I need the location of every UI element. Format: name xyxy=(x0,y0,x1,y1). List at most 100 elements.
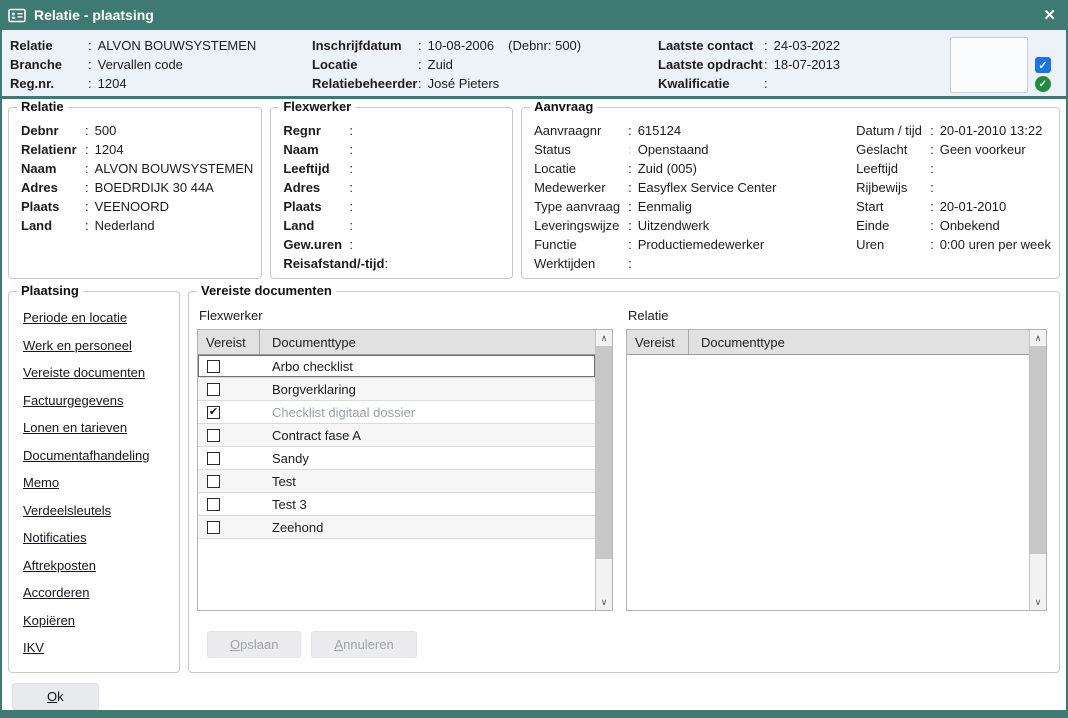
checkbox-checked[interactable]: ✔ xyxy=(207,406,220,419)
flexwerker-doc-table: Vereist Documenttype Arbo checklist xyxy=(197,329,613,611)
colon: : xyxy=(930,237,934,252)
colon: : xyxy=(349,218,353,233)
nav-link-documentafhandeling[interactable]: Documentafhandeling xyxy=(23,448,179,463)
checkbox[interactable] xyxy=(207,383,220,396)
nav-link-verdeelsleutels[interactable]: Verdeelsleutels xyxy=(23,503,179,518)
field-label: Status xyxy=(534,140,628,159)
opslaan-button[interactable]: Opslaan xyxy=(207,631,301,658)
field-label: Plaats xyxy=(21,197,85,216)
header-label: Relatie xyxy=(10,36,88,55)
vereist-cell xyxy=(198,429,260,442)
field-label: Adres xyxy=(283,178,349,197)
colon: : xyxy=(764,38,768,53)
vereiste-documenten-groupbox: Vereiste documenten Flexwerker Vereist D… xyxy=(188,291,1060,673)
table-header: Vereist Documenttype xyxy=(627,330,1029,355)
colon: : xyxy=(349,161,353,176)
green-check-icon: ✓ xyxy=(1035,76,1051,92)
nav-link-memo[interactable]: Memo xyxy=(23,475,179,490)
scrollbar-track[interactable] xyxy=(596,346,612,594)
table-row[interactable]: Arbo checklist xyxy=(198,355,595,378)
field-label: Locatie xyxy=(534,159,628,178)
colon: : xyxy=(628,199,632,214)
colon: : xyxy=(85,218,89,233)
table-row[interactable]: Zeehond xyxy=(198,516,595,539)
colon: : xyxy=(418,76,422,91)
colon: : xyxy=(88,38,92,53)
nav-link-accorderen[interactable]: Accorderen xyxy=(23,585,179,600)
table-row[interactable]: Test 3 xyxy=(198,493,595,516)
scrollbar[interactable]: ∧ ∨ xyxy=(595,330,612,610)
field-value: 20-01-2010 xyxy=(940,199,1007,214)
table-row[interactable]: Test xyxy=(198,470,595,493)
nav-link-lonen-en-tarieven[interactable]: Lonen en tarieven xyxy=(23,420,179,435)
checkbox[interactable] xyxy=(207,429,220,442)
documenttype-cell: Test xyxy=(260,474,296,489)
field-value: Uitzendwerk xyxy=(638,218,710,233)
annuleren-button[interactable]: Annuleren xyxy=(311,631,416,658)
header-value: 10-08-2006 xyxy=(428,38,495,53)
col-header-vereist: Vereist xyxy=(198,330,260,354)
field-value: 20-01-2010 13:22 xyxy=(940,123,1043,138)
nav-link-werk-en-personeel[interactable]: Werk en personeel xyxy=(23,338,179,353)
scrollbar[interactable]: ∧ ∨ xyxy=(1029,330,1046,610)
checkbox[interactable] xyxy=(207,452,220,465)
field-label: Start xyxy=(856,197,930,216)
nav-link-kopieren[interactable]: Kopiëren xyxy=(23,613,179,628)
table-header: Vereist Documenttype xyxy=(198,330,595,355)
nav-link-ikv[interactable]: IKV xyxy=(23,640,179,655)
table-row[interactable]: Borgverklaring xyxy=(198,378,595,401)
contact-card-icon xyxy=(8,8,26,23)
table-row[interactable]: Contract fase A xyxy=(198,424,595,447)
table-row[interactable]: ✔ Checklist digitaal dossier xyxy=(198,401,595,424)
header-label: Reg.nr. xyxy=(10,74,88,93)
field-value: Geen voorkeur xyxy=(940,142,1026,157)
scrollbar-thumb[interactable] xyxy=(1030,346,1046,554)
table-row[interactable]: Sandy xyxy=(198,447,595,470)
field-label: Debnr xyxy=(21,121,85,140)
colon: : xyxy=(930,218,934,233)
field-label: Medewerker xyxy=(534,178,628,197)
status-icons: ✓ ✓ xyxy=(1035,36,1051,94)
plaatsing-groupbox: Plaatsing Periode en locatie Werk en per… xyxy=(8,291,180,673)
field-label: Aanvraagnr xyxy=(534,121,628,140)
nav-link-notificaties[interactable]: Notificaties xyxy=(23,530,179,545)
checkbox[interactable] xyxy=(207,360,220,373)
colon: : xyxy=(418,57,422,72)
documenttype-cell: Zeehond xyxy=(260,520,323,535)
colon: : xyxy=(349,142,353,157)
field-label: Gew.uren xyxy=(283,235,349,254)
colon: : xyxy=(85,161,89,176)
field-label: Leveringswijze xyxy=(534,216,628,235)
documenttype-cell: Test 3 xyxy=(260,497,307,512)
close-icon[interactable]: ✕ xyxy=(1043,8,1056,23)
scroll-up-icon[interactable]: ∧ xyxy=(596,330,612,346)
field-value: 0:00 uren per week xyxy=(940,237,1051,252)
nav-link-aftrekposten[interactable]: Aftrekposten xyxy=(23,558,179,573)
scrollbar-track[interactable] xyxy=(1030,346,1046,594)
vereiste-documenten-legend: Vereiste documenten xyxy=(197,283,336,298)
nav-link-factuurgegevens[interactable]: Factuurgegevens xyxy=(23,393,179,408)
field-label: Uren xyxy=(856,235,930,254)
checkbox[interactable] xyxy=(207,521,220,534)
debtor-number: (Debnr: 500) xyxy=(508,38,581,53)
colon: : xyxy=(384,256,388,271)
scroll-up-icon[interactable]: ∧ xyxy=(1030,330,1046,346)
header-label: Laatste opdracht xyxy=(658,55,764,74)
blue-checkbox-icon[interactable]: ✓ xyxy=(1035,57,1051,73)
field-label: Datum / tijd xyxy=(856,121,930,140)
aanvraag-right-column: Datum / tijd:20-01-2010 13:22 Geslacht:G… xyxy=(856,121,1051,273)
field-label: Naam xyxy=(283,140,349,159)
scrollbar-thumb[interactable] xyxy=(596,346,612,559)
scroll-down-icon[interactable]: ∨ xyxy=(596,594,612,610)
scroll-down-icon[interactable]: ∨ xyxy=(1030,594,1046,610)
field-value: Onbekend xyxy=(940,218,1000,233)
nav-link-periode-en-locatie[interactable]: Periode en locatie xyxy=(23,310,179,325)
checkbox[interactable] xyxy=(207,498,220,511)
checkbox[interactable] xyxy=(207,475,220,488)
col-header-documenttype: Documenttype xyxy=(689,335,785,350)
ok-button[interactable]: Ok xyxy=(12,683,99,710)
nav-link-vereiste-documenten[interactable]: Vereiste documenten xyxy=(23,365,179,380)
header-value: 18-07-2013 xyxy=(774,57,841,72)
colon: : xyxy=(764,57,768,72)
colon: : xyxy=(930,180,934,195)
